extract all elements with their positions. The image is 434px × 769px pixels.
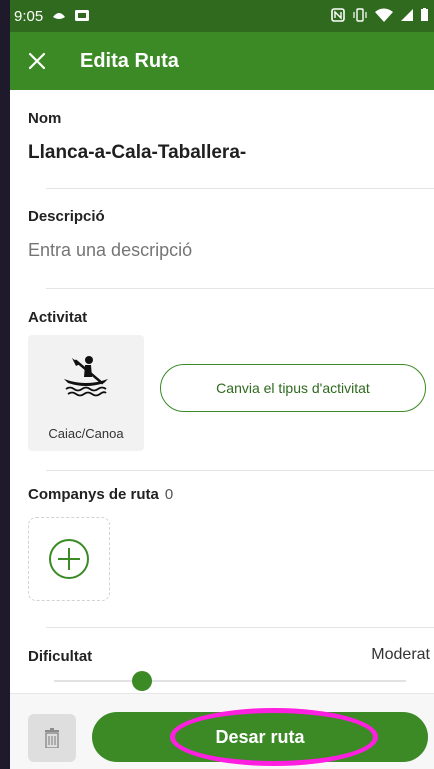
wifi-icon: [375, 8, 393, 25]
app-bar: Edita Ruta: [10, 32, 434, 90]
change-activity-button[interactable]: Canvia el tipus d'activitat: [160, 364, 426, 412]
activity-name: Caiac/Canoa: [48, 426, 124, 441]
bottom-bar: Desar ruta: [10, 693, 434, 769]
route-name-field[interactable]: Llanca-a-Cala-Taballera-: [28, 142, 246, 164]
delete-button[interactable]: [28, 714, 76, 762]
vibrate-icon: [353, 7, 367, 25]
difficulty-value: Moderat: [371, 646, 430, 663]
status-time: 9:05: [14, 7, 44, 25]
save-route-button[interactable]: Desar ruta: [92, 712, 428, 762]
companions-count: 0: [164, 486, 174, 503]
page-title: Edita Ruta: [80, 49, 179, 72]
divider: [46, 470, 434, 471]
close-icon[interactable]: [28, 46, 60, 76]
difficulty-slider-track[interactable]: [54, 680, 406, 682]
divider: [46, 627, 434, 628]
kayak-icon: [64, 356, 108, 397]
difficulty-slider-thumb[interactable]: [132, 671, 152, 691]
status-bar: 9:05: [10, 0, 434, 32]
cast-icon: [75, 8, 90, 24]
phone-screen: 9:05 Edita Ruta Nom Llanca-a-Cala-Taball…: [10, 0, 434, 769]
companions-label-text: Companys de ruta: [28, 486, 159, 503]
activity-card[interactable]: Caiac/Canoa: [28, 335, 144, 451]
nfc-icon: [331, 7, 345, 25]
name-label: Nom: [28, 110, 62, 127]
trash-icon: [45, 728, 59, 748]
signal-icon: [401, 8, 413, 24]
activity-label: Activitat: [28, 309, 88, 326]
add-companion-button[interactable]: [28, 517, 110, 601]
divider: [46, 188, 434, 189]
difficulty-label: Dificultat: [28, 648, 93, 665]
battery-icon: [421, 8, 428, 24]
divider: [46, 288, 434, 289]
companions-label: Companys de ruta 0: [28, 486, 173, 503]
description-input[interactable]: [28, 240, 408, 261]
description-label: Descripció: [28, 208, 105, 225]
eye-drop-icon: [51, 8, 67, 24]
plus-circle-icon: [49, 539, 89, 579]
